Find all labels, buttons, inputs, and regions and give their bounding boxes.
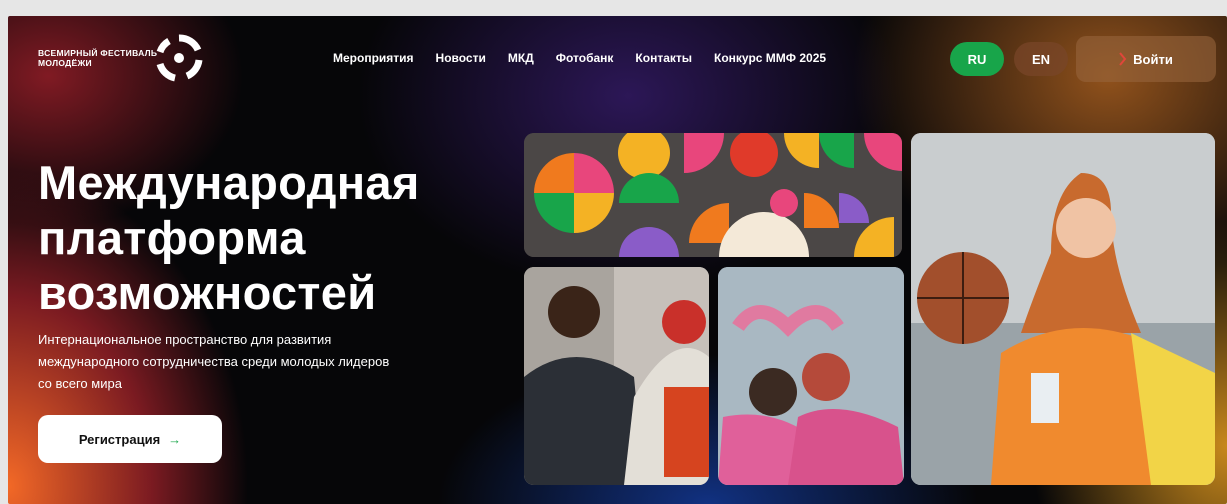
photo-girls-heart bbox=[718, 267, 904, 485]
logo-mark-icon bbox=[156, 34, 203, 82]
photo-girl-basketball bbox=[911, 133, 1215, 485]
hero-title: Международная платформа возможностей bbox=[38, 155, 420, 320]
page: ВСЕМИРНЫЙ ФЕСТИВАЛЬ МОЛОДЁЖИ Мероприятия… bbox=[8, 16, 1227, 504]
logo-text-line1: ВСЕМИРНЫЙ ФЕСТИВАЛЬ bbox=[38, 48, 158, 58]
nav-item-mkd[interactable]: МКД bbox=[508, 51, 534, 65]
nav-item-contacts[interactable]: Контакты bbox=[635, 51, 692, 65]
register-button[interactable]: Регистрация → bbox=[38, 415, 222, 463]
hero-title-line: возможностей bbox=[38, 266, 377, 319]
hero-title-line: платформа bbox=[38, 211, 306, 264]
arrow-right-icon: → bbox=[168, 431, 182, 447]
hero-subtitle-line: со всего мира bbox=[38, 376, 122, 391]
hero-subtitle: Интернациональное пространство для разви… bbox=[38, 329, 468, 395]
hero-title-line: Международная bbox=[38, 156, 420, 209]
lang-ru-button[interactable]: RU bbox=[950, 42, 1004, 76]
hero-subtitle-line: международного сотрудничества среди моло… bbox=[38, 354, 390, 369]
lang-en-button[interactable]: EN bbox=[1014, 42, 1068, 76]
nav-item-photobank[interactable]: Фотобанк bbox=[556, 51, 614, 65]
login-button[interactable]: Войти bbox=[1076, 36, 1216, 82]
login-icon bbox=[1119, 52, 1127, 66]
login-label: Войти bbox=[1133, 51, 1173, 67]
register-label: Регистрация bbox=[78, 431, 161, 447]
logo-text: ВСЕМИРНЫЙ ФЕСТИВАЛЬ МОЛОДЁЖИ bbox=[38, 48, 157, 68]
logo-text-line2: МОЛОДЁЖИ bbox=[38, 58, 92, 68]
hero-subtitle-line: Интернациональное пространство для разви… bbox=[38, 332, 332, 347]
pattern-image bbox=[524, 133, 902, 257]
festival-logo[interactable]: ВСЕМИРНЫЙ ФЕСТИВАЛЬ МОЛОДЁЖИ bbox=[38, 30, 207, 86]
nav-item-events[interactable]: Мероприятия bbox=[333, 51, 414, 65]
nav-item-contest[interactable]: Конкурс ММФ 2025 bbox=[714, 51, 826, 65]
nav-item-news[interactable]: Новости bbox=[436, 51, 486, 65]
photo-man-with-badge bbox=[524, 267, 709, 485]
main-nav: Мероприятия Новости МКД Фотобанк Контакт… bbox=[333, 51, 826, 65]
